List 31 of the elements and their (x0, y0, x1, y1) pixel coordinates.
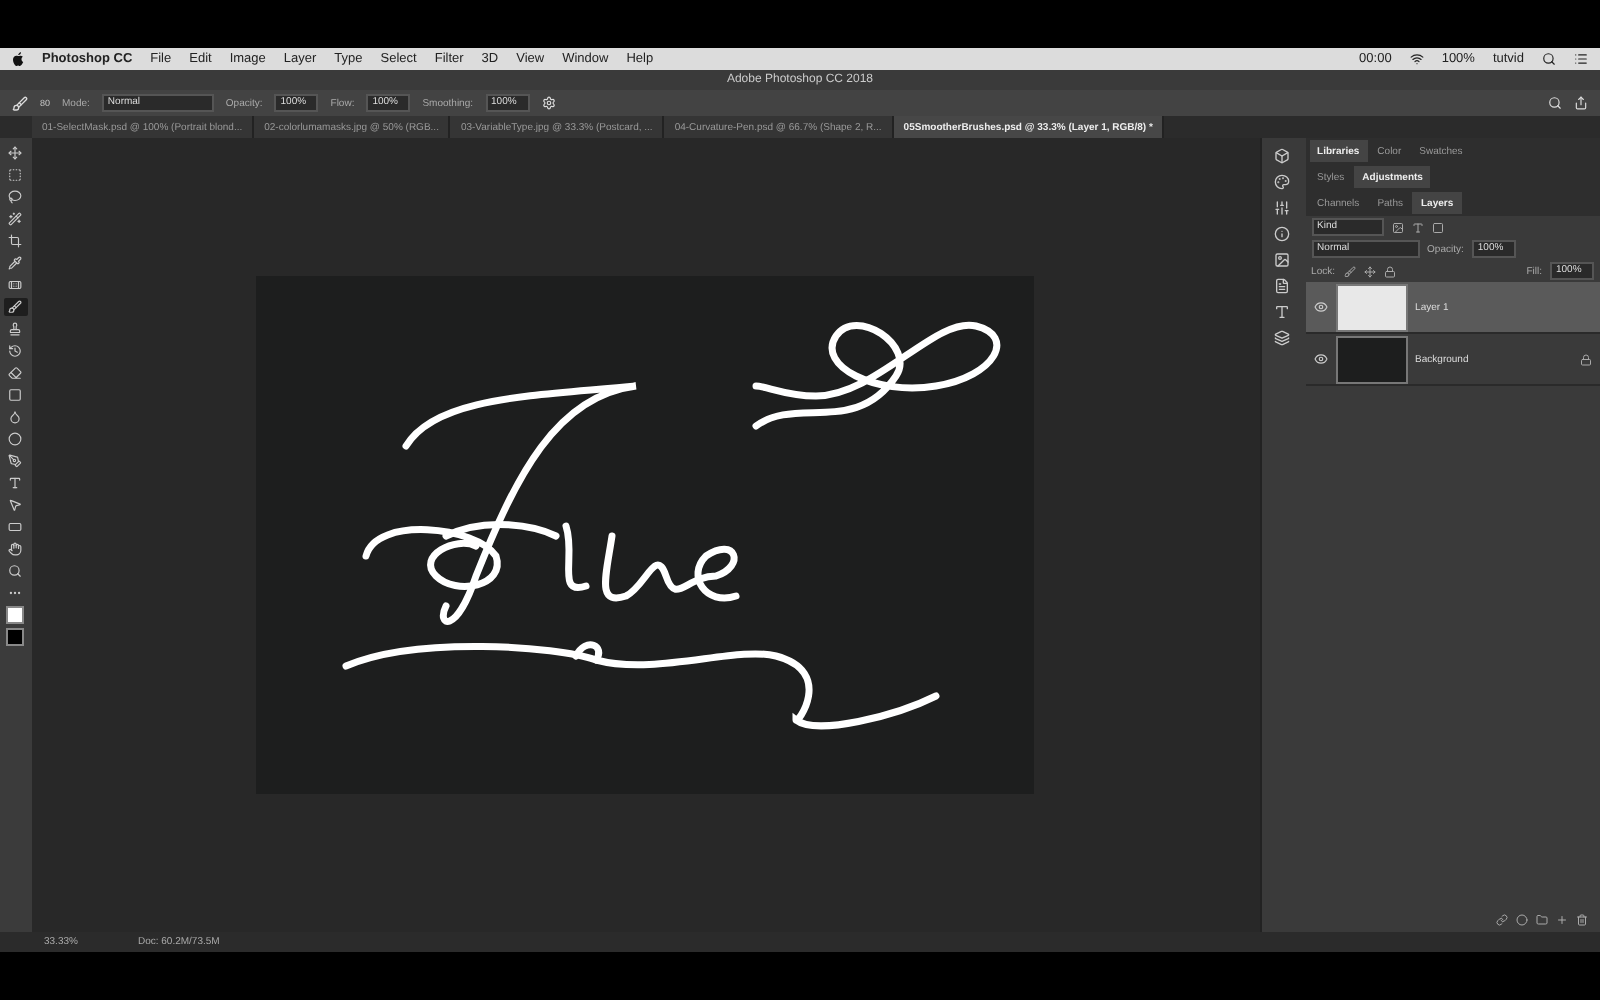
type-icon[interactable] (1411, 221, 1424, 233)
trash-icon[interactable] (1575, 914, 1588, 926)
list-icon[interactable] (1574, 52, 1588, 66)
apple-icon[interactable] (12, 52, 24, 66)
cube-icon[interactable] (1273, 148, 1290, 164)
link-icon[interactable] (1495, 914, 1508, 926)
share-icon[interactable] (1574, 96, 1588, 110)
layers-icon[interactable] (1273, 330, 1290, 346)
brush-icon[interactable] (3, 298, 28, 316)
palette-icon[interactable] (1273, 174, 1290, 190)
add-icon[interactable] (1555, 914, 1568, 926)
background-swatch[interactable] (6, 628, 25, 646)
brush-icon[interactable] (12, 95, 28, 111)
eye-icon[interactable] (1313, 300, 1328, 314)
shape-icon[interactable] (1431, 221, 1444, 233)
eraser-icon[interactable] (3, 364, 28, 382)
document-icon[interactable] (1273, 278, 1290, 294)
sliders-icon[interactable] (1273, 200, 1290, 216)
foreground-swatch[interactable] (6, 606, 25, 624)
type-icon[interactable] (1273, 304, 1290, 320)
search-icon[interactable] (1542, 52, 1556, 66)
lock-icon[interactable] (1383, 265, 1395, 277)
settings-icon[interactable] (541, 96, 556, 110)
folder-icon[interactable] (1535, 914, 1548, 926)
mask-icon[interactable] (1515, 914, 1528, 926)
image-icon[interactable] (1391, 221, 1404, 233)
image-icon[interactable] (1273, 252, 1290, 268)
info-icon[interactable] (1273, 226, 1290, 242)
move-icon[interactable] (1363, 265, 1375, 277)
wifi-icon[interactable] (1409, 52, 1424, 66)
eye-icon[interactable] (1313, 352, 1328, 366)
